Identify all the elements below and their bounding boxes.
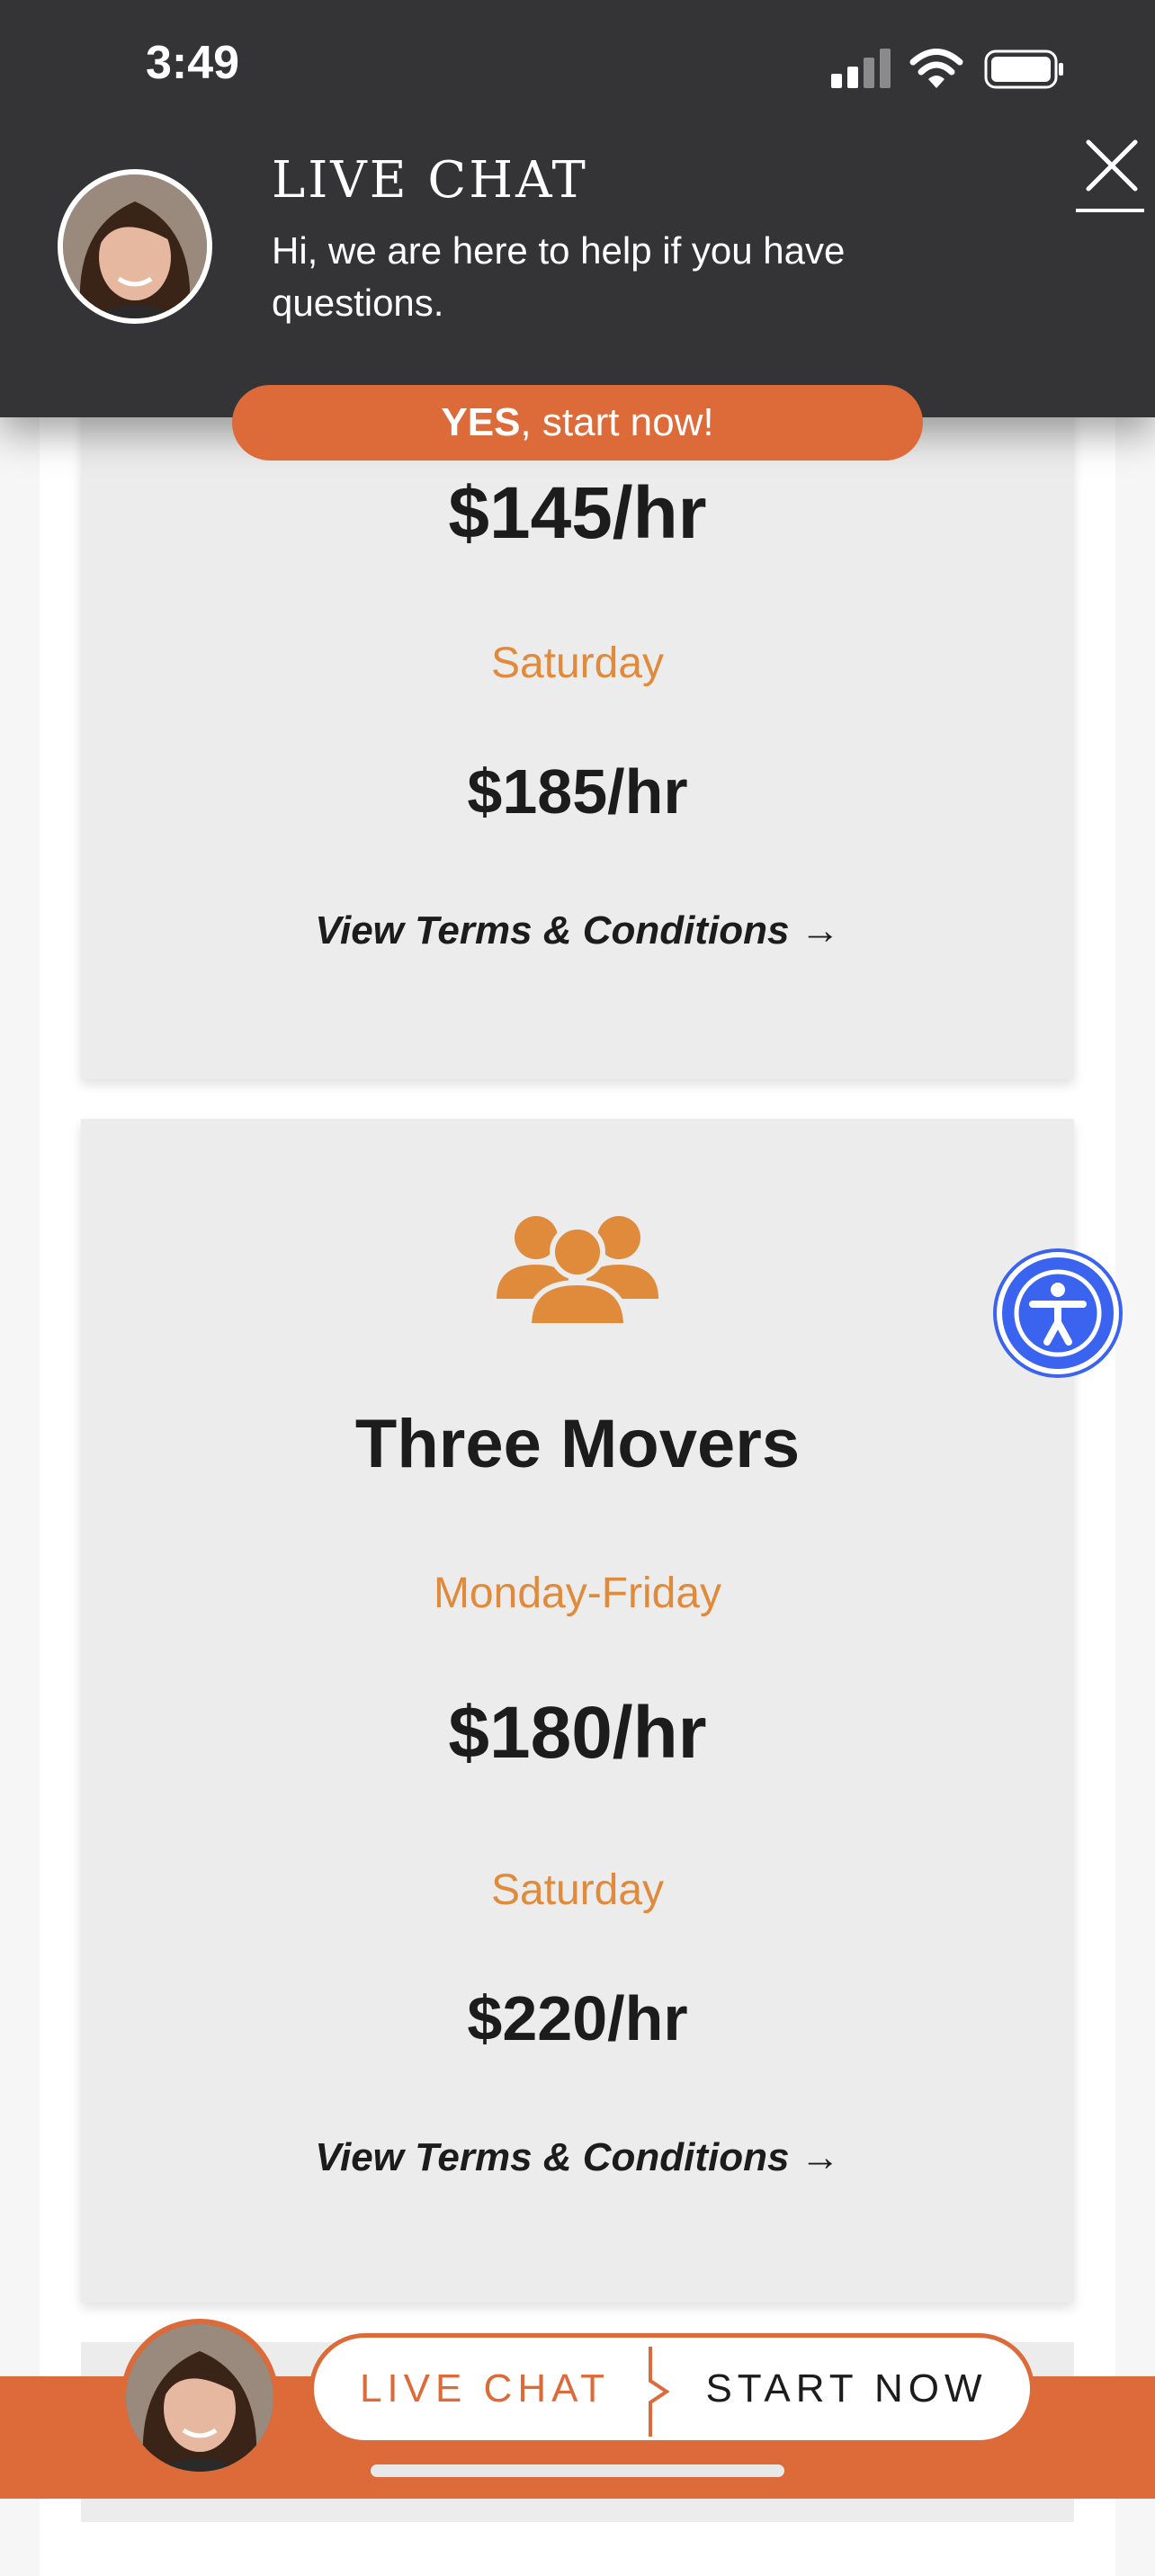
close-icon[interactable] (1076, 135, 1151, 210)
saturday-label: Saturday (490, 1866, 665, 1914)
agent-photo (126, 2324, 273, 2472)
people-group-icon (497, 1216, 658, 1326)
start-chat-button[interactable]: YES, start now! (232, 385, 923, 461)
cellular-signal-icon (831, 49, 891, 88)
start-chat-text: , start now! (520, 400, 714, 444)
saturday-price: $220/hr (467, 1983, 688, 2053)
start-now-label[interactable]: START NOW (667, 2338, 1026, 2440)
accessibility-button[interactable] (997, 1252, 1119, 1374)
saturday-label: Saturday (490, 640, 665, 687)
terms-link[interactable]: View Terms & Conditions → (81, 2135, 1074, 2180)
status-time: 3:49 (146, 37, 240, 89)
live-chat-banner: 3:49 LIVE CHAT Hi, we are here to help i… (0, 0, 1155, 417)
chat-agent-avatar (58, 169, 212, 324)
agent-photo (63, 174, 207, 318)
battery-icon (984, 49, 1063, 89)
chat-title: LIVE CHAT (272, 151, 588, 210)
pricing-card-three-movers: Three Movers Monday-Friday $180/hr Satur… (81, 1119, 1074, 2303)
wifi-icon (909, 49, 963, 88)
live-chat-start-pill[interactable]: LIVE CHAT START NOW (309, 2333, 1034, 2445)
start-chat-bold: YES (441, 400, 521, 444)
live-chat-label[interactable]: LIVE CHAT (314, 2338, 656, 2440)
saturday-price: $185/hr (467, 756, 688, 827)
card-title: Three Movers (354, 1406, 801, 1482)
terms-link[interactable]: View Terms & Conditions → (81, 908, 1074, 953)
home-indicator (371, 2464, 784, 2477)
chat-agent-avatar-small[interactable] (121, 2319, 279, 2477)
weekday-price: $145/hr (448, 472, 707, 554)
close-underline (1076, 209, 1144, 212)
pricing-card-two-movers: $145/hr Saturday $185/hr View Terms & Co… (81, 378, 1074, 1079)
weekday-price: $180/hr (448, 1692, 707, 1774)
chat-message: Hi, we are here to help if you have ques… (272, 229, 846, 324)
weekday-label: Monday-Friday (433, 1570, 722, 1617)
accessibility-icon (1014, 1269, 1102, 1357)
